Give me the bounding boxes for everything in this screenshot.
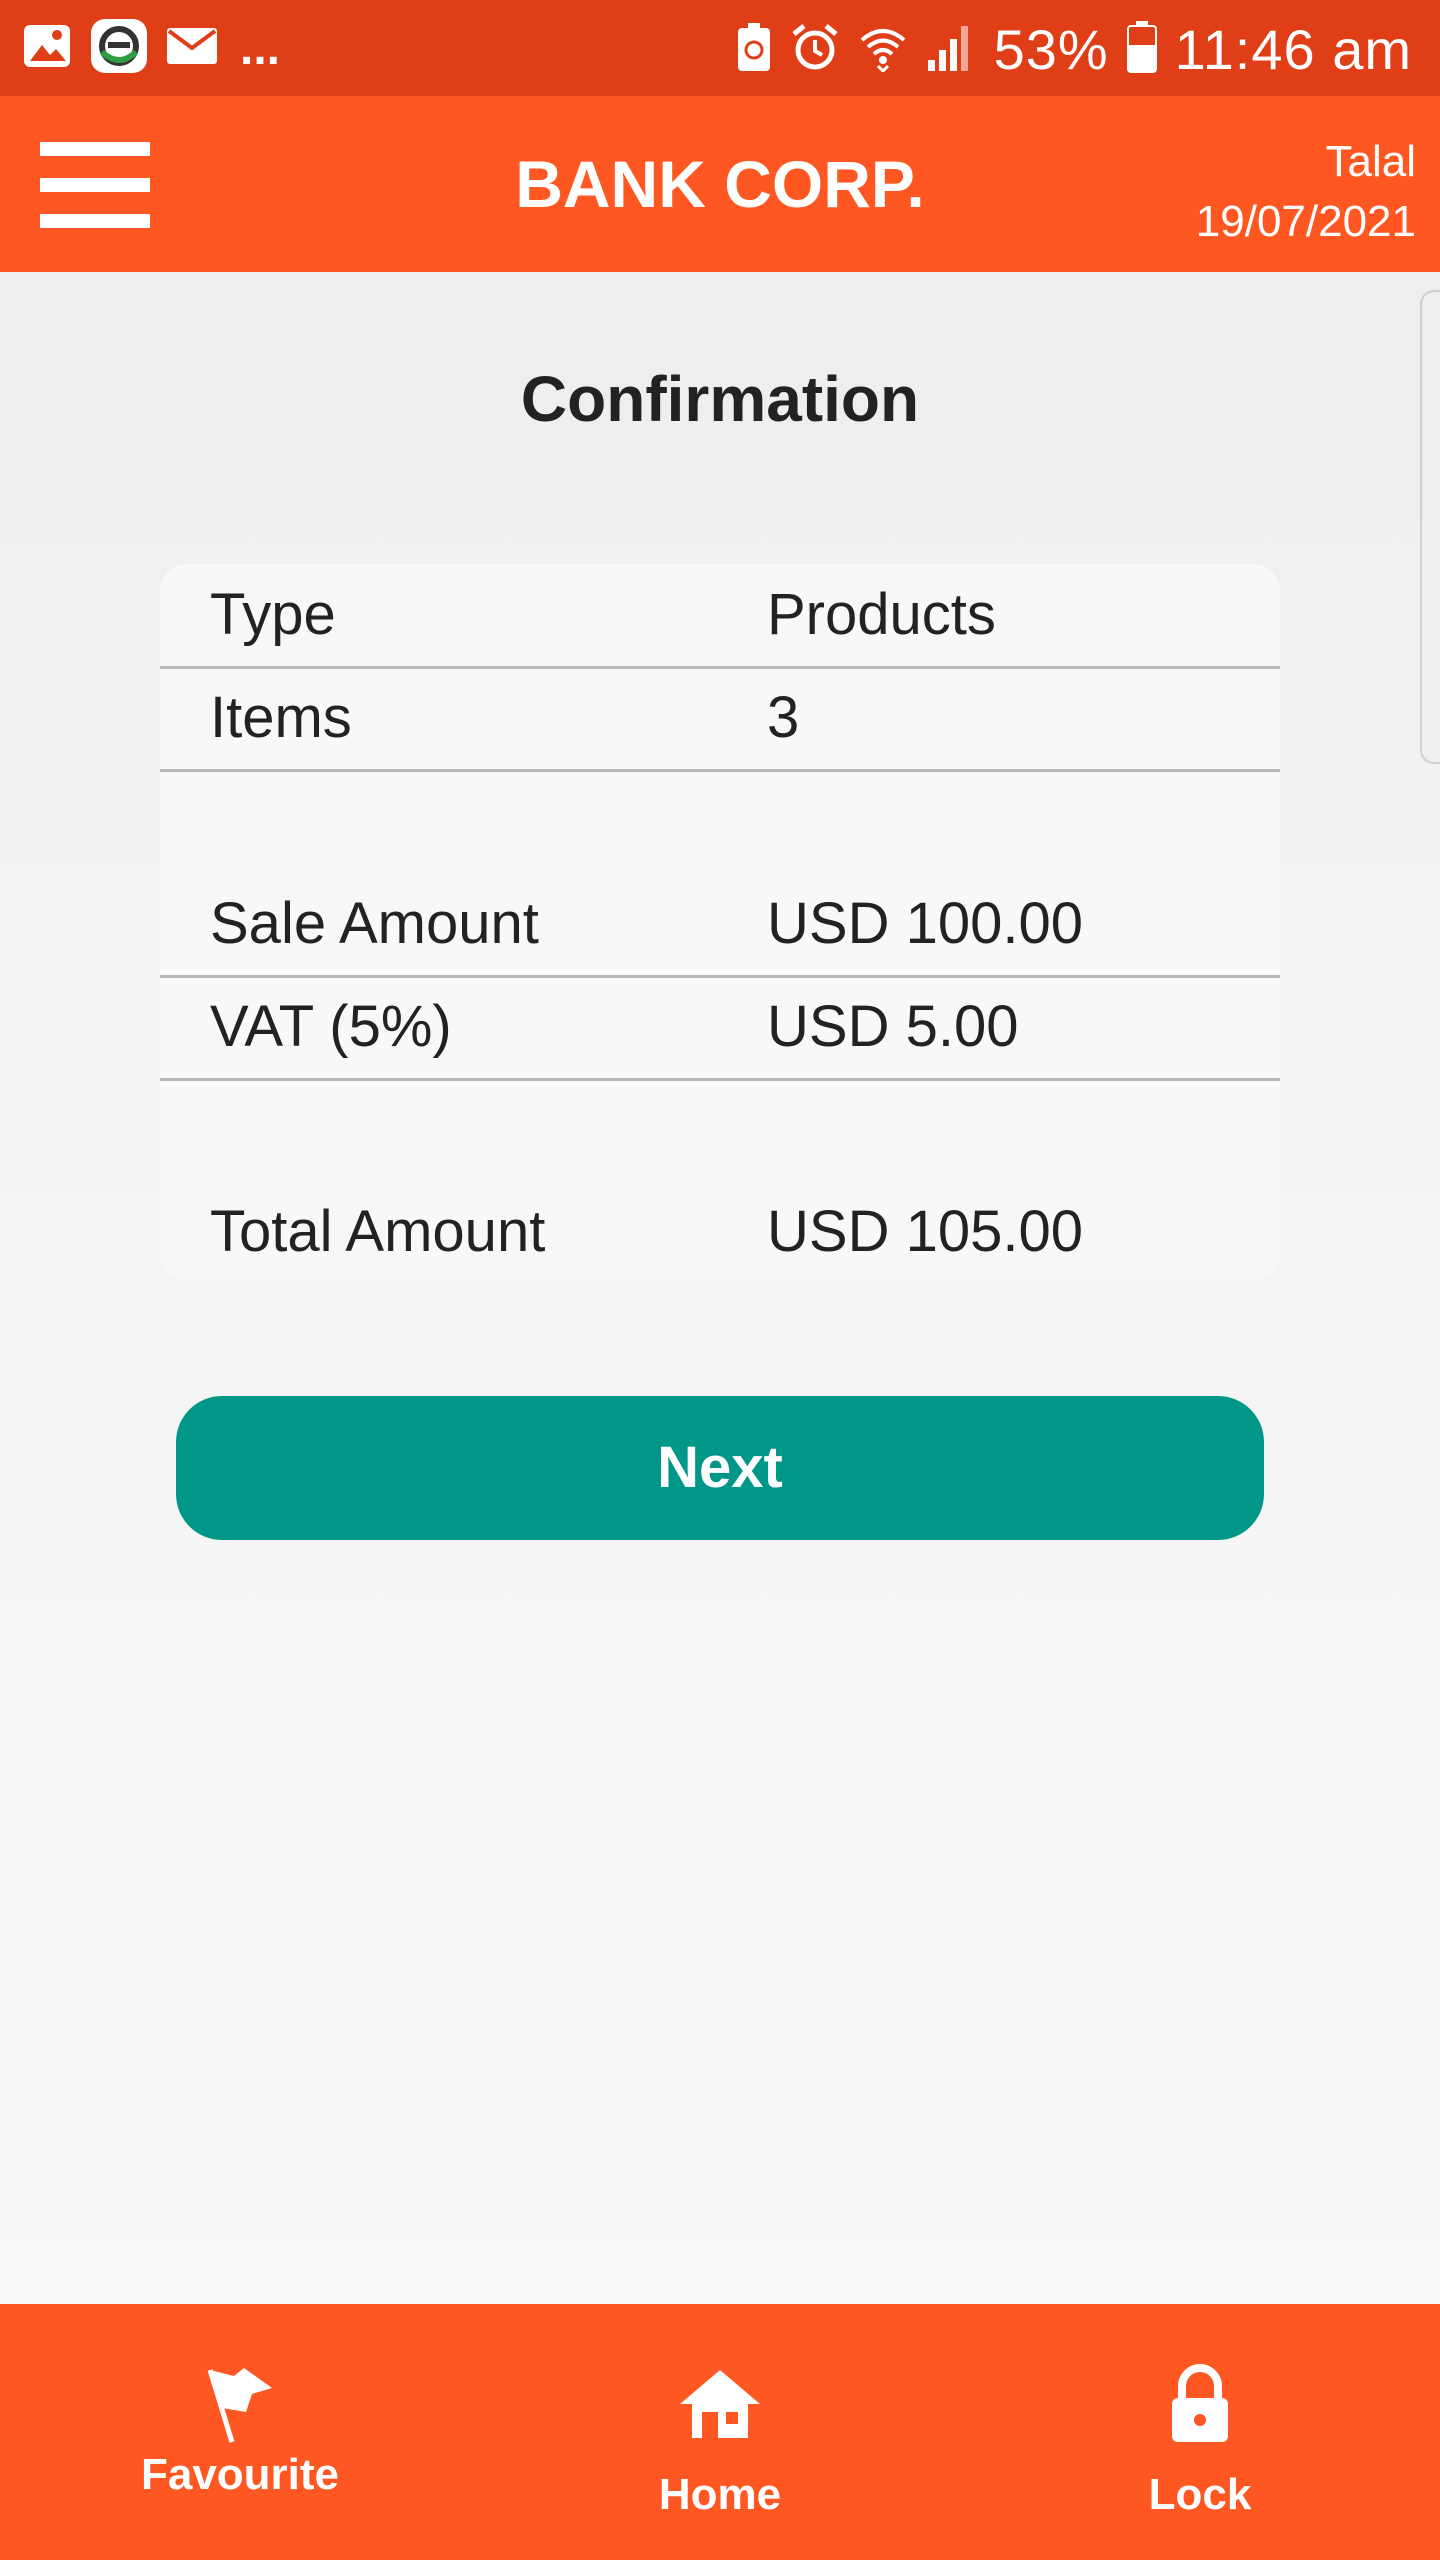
next-button[interactable]: Next [176, 1396, 1264, 1540]
alarm-icon [790, 22, 840, 77]
summary-value: USD 5.00 [767, 994, 1019, 1059]
system-icons: 53% 11:46 am [736, 14, 1412, 84]
battery-icon [1126, 20, 1157, 78]
summary-row-sale-amount: Sale Amount USD 100.00 [160, 873, 1280, 978]
nav-label: Lock [1148, 2470, 1252, 2519]
summary-label: Total Amount [210, 1199, 546, 1264]
summary-row-items: Items 3 [160, 667, 1280, 772]
summary-label: Items [210, 685, 352, 750]
wifi-icon [858, 22, 908, 77]
user-info: Talal 19/07/2021 [1196, 132, 1416, 252]
nav-favourite[interactable]: Favourite [90, 2304, 390, 2560]
more-notifications: ... [240, 21, 281, 75]
app-bar: BANK CORP. Talal 19/07/2021 [0, 96, 1440, 272]
app-icon [90, 18, 148, 79]
summary-row-total-amount: Total Amount USD 105.00 [160, 1181, 1280, 1280]
nav-label: Home [658, 2470, 782, 2519]
summary-value: Products [767, 582, 996, 647]
summary-label: VAT (5%) [210, 994, 452, 1059]
nav-label: Favourite [140, 2450, 340, 2499]
clock: 11:46 am [1174, 17, 1412, 81]
summary-label: Type [210, 582, 336, 647]
bottom-navigation: Favourite Home Lock [0, 2304, 1440, 2560]
summary-value: 3 [767, 685, 800, 750]
page-title: Confirmation [520, 363, 920, 435]
nav-home[interactable]: Home [570, 2304, 870, 2560]
summary-value: USD 105.00 [767, 1199, 1083, 1264]
lock-icon [1168, 2364, 1232, 2444]
mail-icon [166, 26, 218, 71]
current-date: 19/07/2021 [1195, 197, 1416, 246]
signal-icon [926, 22, 976, 77]
nav-lock[interactable]: Lock [1050, 2304, 1350, 2560]
user-name: Talal [1325, 137, 1417, 186]
summary-row-type: Type Products [160, 564, 1280, 669]
battery-percent: 53% [993, 17, 1109, 81]
flag-icon [200, 2364, 280, 2444]
summary-label: Sale Amount [210, 891, 539, 956]
home-icon [678, 2368, 762, 2440]
battery-saver-icon [736, 22, 772, 77]
status-bar: ... 53% 11:46 am [0, 0, 1440, 96]
summary-row-vat: VAT (5%) USD 5.00 [160, 976, 1280, 1081]
confirmation-summary-card: Type Products Items 3 Sale Amount USD 10… [160, 564, 1280, 1280]
notification-icons: ... [22, 18, 281, 75]
gallery-icon [22, 23, 72, 74]
summary-value: USD 100.00 [767, 891, 1083, 956]
